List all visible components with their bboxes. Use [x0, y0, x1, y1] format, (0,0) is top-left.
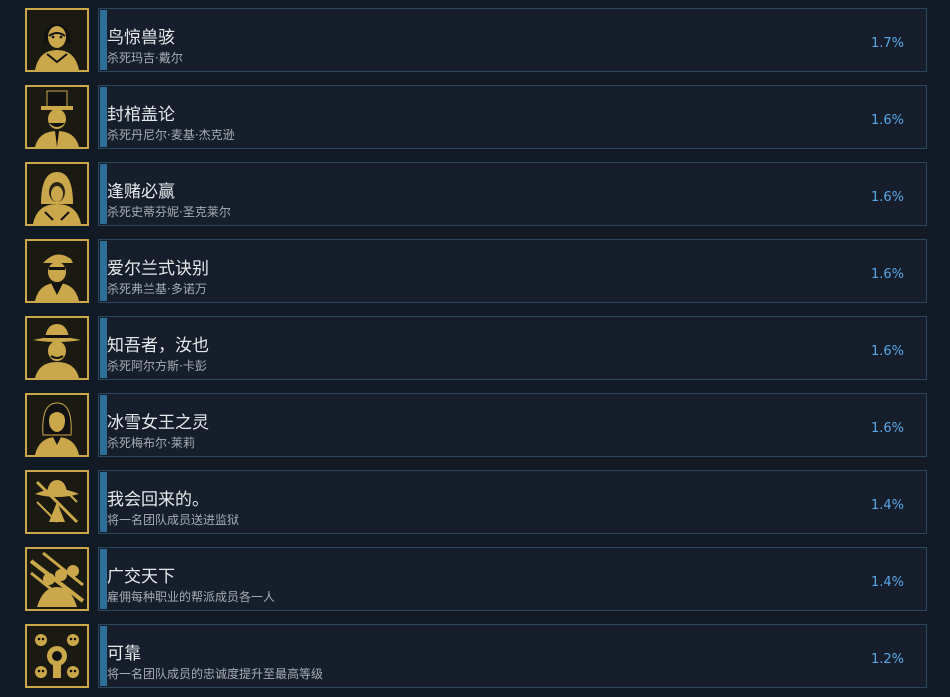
accent-bar: [100, 626, 107, 686]
fedora-man-portrait-icon: [25, 316, 89, 380]
achievement-title: 封棺盖论: [107, 105, 175, 125]
achievement-description: 杀死弗兰基·多诺万: [107, 282, 207, 296]
behind-bars-icon: [25, 470, 89, 534]
unlock-percent: 1.6%: [870, 113, 904, 128]
achievement-description: 杀死阿尔方斯·卡彭: [107, 359, 207, 373]
achievement-title: 逢赌必赢: [107, 182, 175, 202]
achievement-panel[interactable]: 爱尔兰式诀别 杀死弗兰基·多诺万 1.6%: [98, 239, 927, 303]
achievement-title: 可靠: [107, 644, 141, 664]
accent-bar: [100, 318, 107, 378]
skulls-pistol-icon: [25, 624, 89, 688]
accent-bar: [100, 164, 107, 224]
unlock-percent: 1.2%: [870, 652, 904, 667]
achievement-description: 杀死梅布尔·莱莉: [107, 436, 195, 450]
accent-bar: [100, 472, 107, 532]
woman-portrait-icon-2: [25, 393, 89, 457]
achievement-row: 封棺盖论 杀死丹尼尔·麦基·杰克逊 1.6%: [0, 85, 950, 151]
woman-portrait-icon: [25, 8, 89, 72]
achievement-panel[interactable]: 可靠 将一名团队成员的忠诚度提升至最高等级 1.2%: [98, 624, 927, 688]
achievement-panel[interactable]: 我会回来的。 将一名团队成员送进监狱 1.4%: [98, 470, 927, 534]
top-hat-man-portrait-icon: [25, 85, 89, 149]
achievement-row: 可靠 将一名团队成员的忠诚度提升至最高等级 1.2%: [0, 624, 950, 690]
achievement-row: 我会回来的。 将一名团队成员送进监狱 1.4%: [0, 470, 950, 536]
achievement-description: 杀死玛吉·戴尔: [107, 51, 183, 65]
achievement-description: 将一名团队成员的忠诚度提升至最高等级: [107, 667, 324, 681]
achievement-panel[interactable]: 封棺盖论 杀死丹尼尔·麦基·杰克逊 1.6%: [98, 85, 927, 149]
achievement-description: 杀死丹尼尔·麦基·杰克逊: [107, 128, 235, 142]
achievement-panel[interactable]: 鸟惊兽骇 杀死玛吉·戴尔 1.7%: [98, 8, 927, 72]
gang-group-icon: [25, 547, 89, 611]
cap-man-portrait-icon: [25, 239, 89, 303]
accent-bar: [100, 549, 107, 609]
achievement-row: 鸟惊兽骇 杀死玛吉·戴尔 1.7%: [0, 8, 950, 74]
unlock-percent: 1.6%: [870, 344, 904, 359]
achievement-row: 冰雪女王之灵 杀死梅布尔·莱莉 1.6%: [0, 393, 950, 459]
achievement-panel[interactable]: 知吾者，汝也 杀死阿尔方斯·卡彭 1.6%: [98, 316, 927, 380]
achievement-row: 知吾者，汝也 杀死阿尔方斯·卡彭 1.6%: [0, 316, 950, 382]
unlock-percent: 1.6%: [870, 267, 904, 282]
accent-bar: [100, 87, 107, 147]
unlock-percent: 1.4%: [870, 575, 904, 590]
achievement-title: 鸟惊兽骇: [107, 28, 175, 48]
achievement-row: 爱尔兰式诀别 杀死弗兰基·多诺万 1.6%: [0, 239, 950, 305]
hooded-figure-portrait-icon: [25, 162, 89, 226]
achievement-panel[interactable]: 逢赌必赢 杀死史蒂芬妮·圣克莱尔 1.6%: [98, 162, 927, 226]
achievement-description: 杀死史蒂芬妮·圣克莱尔: [107, 205, 231, 219]
achievement-row: 逢赌必赢 杀死史蒂芬妮·圣克莱尔 1.6%: [0, 162, 950, 228]
achievement-panel[interactable]: 广交天下 雇佣每种职业的帮派成员各一人 1.4%: [98, 547, 927, 611]
achievement-title: 知吾者，汝也: [107, 336, 209, 356]
achievement-list: 鸟惊兽骇 杀死玛吉·戴尔 1.7% 封棺盖论 杀死丹尼尔·麦基·杰克逊 1.6%: [0, 0, 950, 697]
achievement-title: 爱尔兰式诀别: [107, 259, 209, 279]
unlock-percent: 1.7%: [870, 36, 904, 51]
achievement-title: 冰雪女王之灵: [107, 413, 209, 433]
unlock-percent: 1.4%: [870, 498, 904, 513]
accent-bar: [100, 395, 107, 455]
achievement-row: 广交天下 雇佣每种职业的帮派成员各一人 1.4%: [0, 547, 950, 613]
unlock-percent: 1.6%: [870, 421, 904, 436]
unlock-percent: 1.6%: [870, 190, 904, 205]
achievement-description: 雇佣每种职业的帮派成员各一人: [107, 590, 276, 604]
achievement-title: 我会回来的。: [107, 490, 209, 510]
accent-bar: [100, 241, 107, 301]
accent-bar: [100, 10, 107, 70]
achievement-title: 广交天下: [107, 567, 175, 587]
achievement-panel[interactable]: 冰雪女王之灵 杀死梅布尔·莱莉 1.6%: [98, 393, 927, 457]
achievement-description: 将一名团队成员送进监狱: [107, 513, 240, 527]
